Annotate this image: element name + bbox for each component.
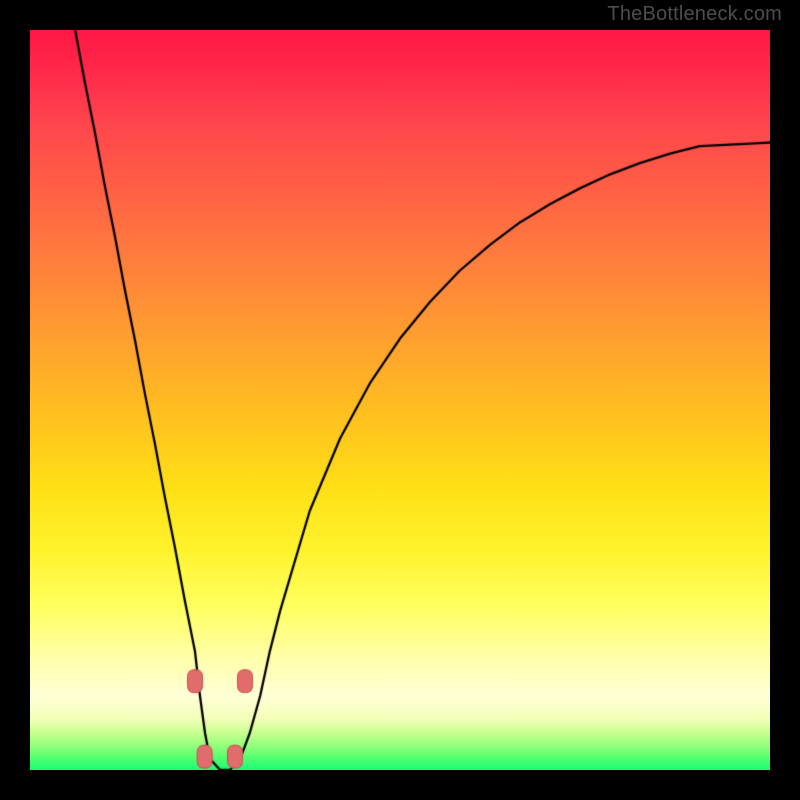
bottleneck-curve-canvas	[30, 30, 770, 770]
plot-area	[30, 30, 770, 770]
chart-frame: TheBottleneck.com	[0, 0, 800, 800]
watermark-label: TheBottleneck.com	[607, 3, 782, 26]
